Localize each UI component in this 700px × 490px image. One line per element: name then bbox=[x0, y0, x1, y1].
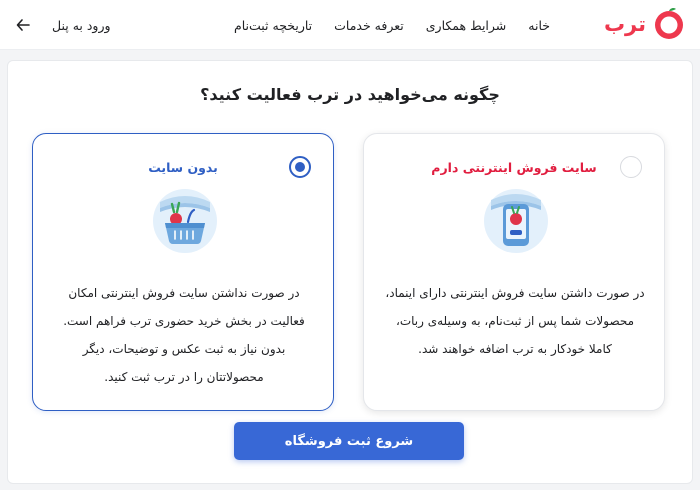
top-header: ترب خانه شرایط همکاری تعرفه خدمات تاریخچ… bbox=[0, 0, 700, 50]
desc-line: بدون نیاز به ثبت عکس و توضیحات، دیگر bbox=[82, 342, 286, 356]
desc-line: فعالیت در بخش خرید حضوری ترب فراهم است. bbox=[63, 314, 305, 328]
card-title-online-store: سایت فروش اینترنتی دارم bbox=[431, 160, 597, 175]
login-link[interactable]: ورود به پنل bbox=[16, 0, 111, 50]
option-card-no-website[interactable]: بدون سایت در صورت نداشتن سایت فروش اینتر… bbox=[32, 133, 334, 411]
online-store-icon bbox=[484, 189, 548, 253]
arrow-left-icon bbox=[16, 19, 30, 31]
card-title-no-website: بدون سایت bbox=[148, 160, 218, 175]
nav-pricing[interactable]: تعرفه خدمات bbox=[334, 18, 404, 33]
desc-line: در صورت نداشتن سایت فروش اینترنتی امکان bbox=[68, 286, 300, 300]
nav-terms[interactable]: شرایط همکاری bbox=[426, 18, 507, 33]
desc-line: محصولات شما پس از ثبت‌نام، به وسیله‌ی رب… bbox=[395, 314, 635, 328]
logo-text: ترب bbox=[603, 12, 646, 36]
shopping-basket-icon bbox=[153, 189, 217, 253]
login-label: ورود به پنل bbox=[52, 17, 111, 33]
desc-line: در صورت داشتن سایت فروش اینترنتی دارای ا… bbox=[385, 286, 645, 300]
desc-line: کاملا خودکار به ترب اضافه خواهند شد. bbox=[418, 342, 612, 356]
card-description-no-website: در صورت نداشتن سایت فروش اینترنتی امکان … bbox=[51, 279, 317, 391]
card-description-online-store: در صورت داشتن سایت فروش اینترنتی دارای ا… bbox=[382, 279, 648, 363]
desc-line: محصولاتتان را در ترب ثبت کنید. bbox=[104, 370, 264, 384]
start-store-registration-button[interactable]: شروع ثبت فروشگاه bbox=[234, 422, 464, 460]
nav-registration-history[interactable]: تاریخچه ثبت‌نام bbox=[234, 18, 312, 33]
nav-home[interactable]: خانه bbox=[528, 18, 550, 33]
page-title: چگونه می‌خواهید در ترب فعالیت کنید؟ bbox=[200, 85, 500, 104]
main-panel: چگونه می‌خواهید در ترب فعالیت کنید؟ بدون… bbox=[7, 60, 693, 484]
main-nav: خانه شرایط همکاری تعرفه خدمات تاریخچه ثب… bbox=[212, 0, 550, 50]
option-card-online-store[interactable]: سایت فروش اینترنتی دارم در صورت داشتن سا… bbox=[363, 133, 665, 411]
logo[interactable]: ترب bbox=[604, 7, 686, 41]
torob-logo-icon bbox=[655, 7, 683, 39]
